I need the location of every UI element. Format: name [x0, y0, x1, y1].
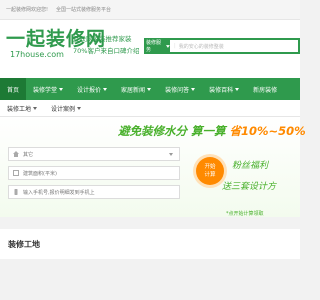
- banner-headline-text: 避免装修水分 算一算: [118, 124, 230, 138]
- phone-placeholder: 输入手机号,报价明细发到手机上: [23, 189, 95, 196]
- search-box: 装修服务 | 我的安心的装修整装: [144, 38, 300, 54]
- subnav-item-label: 装修工地: [7, 105, 32, 113]
- nav-item-label: 家居新闻: [121, 86, 146, 94]
- house-icon: [13, 151, 19, 157]
- claim-note[interactable]: *点开始计算领取: [226, 210, 264, 217]
- nav-item-label: 装修问答: [165, 86, 190, 94]
- nav-item-wiki[interactable]: 装修百科: [202, 78, 246, 100]
- chevron-down-icon: [77, 106, 82, 110]
- top-bar: 一起装修网欢迎您! 全国一站式装修服务平台: [0, 0, 300, 20]
- subnav-item-label: 设计案例: [51, 105, 76, 113]
- search-input[interactable]: | 我的安心的装修整装: [170, 40, 298, 52]
- nav-item-school[interactable]: 装修学堂: [26, 78, 70, 100]
- house-type-value: 其它: [23, 151, 34, 158]
- nav-item-label: 装修百科: [209, 86, 234, 94]
- main-nav: 首页 装修学堂 设计报价 家居新闻 装修问答 装修百科 新房装修: [0, 78, 300, 100]
- nav-item-news[interactable]: 家居新闻: [114, 78, 158, 100]
- fan-benefit-text: 粉丝福利: [232, 161, 269, 171]
- header: 一起装修网 17house.com 互联网家装推荐家装 70%客户来自口碑介绍 …: [0, 20, 300, 78]
- chevron-down-icon: [147, 87, 152, 91]
- area-icon: [13, 170, 19, 176]
- nav-item-label: 首页: [7, 86, 20, 94]
- platform-link[interactable]: 全国一站式装修服务平台: [56, 6, 111, 13]
- slogan-line-1: 互联网家装推荐家装: [73, 35, 132, 43]
- calc-button-line-2: 计算: [204, 172, 216, 178]
- chevron-down-icon: [235, 87, 240, 91]
- chevron-down-icon: [103, 87, 108, 91]
- search-category-dropdown[interactable]: 装修服务: [146, 40, 170, 53]
- chevron-down-icon: [191, 87, 196, 91]
- search-placeholder: 我的安心的装修整装: [178, 43, 224, 50]
- area-input[interactable]: 建筑面积(平米): [8, 166, 180, 180]
- house-type-select[interactable]: 其它: [8, 147, 180, 161]
- nav-item-label: 设计报价: [77, 86, 102, 94]
- pipe-divider: |: [174, 43, 176, 49]
- search-category-label: 装修服务: [146, 40, 162, 53]
- start-calculate-button[interactable]: 开始 计算: [196, 157, 224, 185]
- sub-nav: 装修工地 设计案例: [0, 100, 300, 117]
- subnav-item-cases[interactable]: 设计案例: [44, 104, 88, 113]
- free-design-text: 送三套设计方: [222, 182, 277, 192]
- nav-item-label: 新房装修: [253, 86, 278, 94]
- chevron-down-icon: [33, 106, 38, 110]
- nav-item-home[interactable]: 首页: [0, 78, 27, 100]
- nav-item-label: 装修学堂: [33, 86, 58, 94]
- phone-input[interactable]: 输入手机号,报价明细发到手机上: [8, 185, 180, 199]
- slogan: 互联网家装推荐家装 70%客户来自口碑介绍: [73, 33, 139, 57]
- welcome-text: 一起装修网欢迎您!: [6, 7, 49, 13]
- quote-calculator-banner: 避免装修水分 算一算 省10%~50% 其它 建筑面积(平米) 输入手机号,报价…: [0, 117, 306, 217]
- section-gap: [0, 217, 300, 229]
- banner-headline-highlight: 省10%~50%: [229, 124, 306, 138]
- banner-headline: 避免装修水分 算一算 省10%~50%: [118, 123, 306, 139]
- chevron-down-icon: [59, 87, 64, 91]
- nav-item-design[interactable]: 设计报价: [70, 78, 114, 100]
- calc-button-line-1: 开始: [204, 164, 216, 170]
- nav-item-newhouse[interactable]: 新房装修: [246, 78, 284, 100]
- nav-item-qa[interactable]: 装修问答: [158, 78, 202, 100]
- section-heading: 装修工地: [0, 229, 300, 259]
- subnav-item-sites[interactable]: 装修工地: [0, 104, 44, 113]
- phone-icon: [14, 189, 18, 195]
- area-placeholder: 建筑面积(平米): [23, 170, 57, 177]
- quote-form: 其它 建筑面积(平米) 输入手机号,报价明细发到手机上: [8, 147, 180, 204]
- slogan-line-2: 70%客户来自口碑介绍: [73, 47, 140, 55]
